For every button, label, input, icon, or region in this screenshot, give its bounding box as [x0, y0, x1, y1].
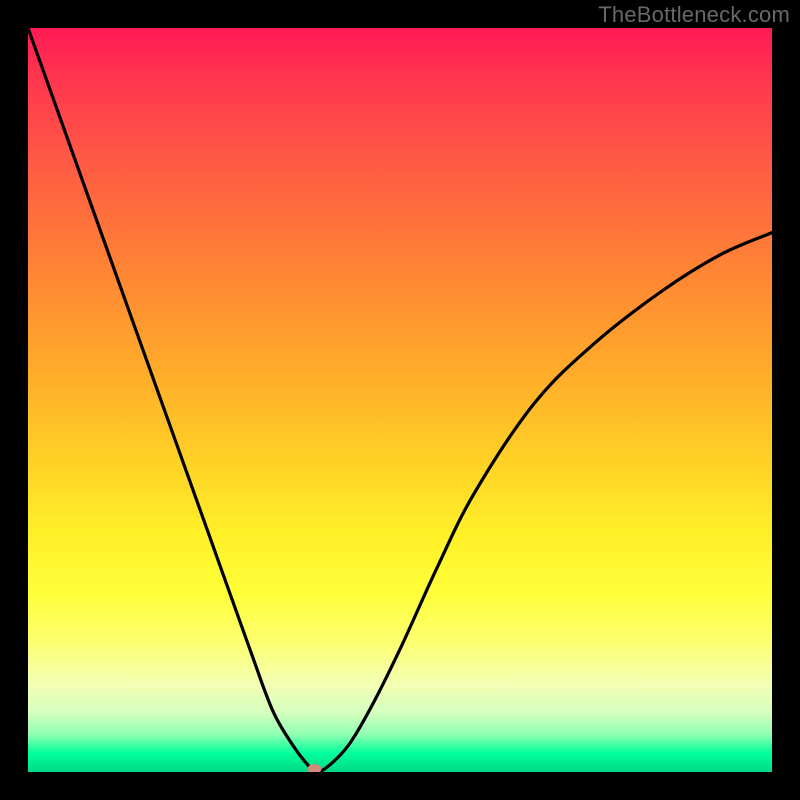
- chart-svg: [28, 28, 772, 772]
- plot-area: [28, 28, 772, 772]
- bottleneck-curve: [28, 28, 772, 772]
- chart-frame: TheBottleneck.com: [0, 0, 800, 800]
- watermark-text: TheBottleneck.com: [598, 2, 790, 28]
